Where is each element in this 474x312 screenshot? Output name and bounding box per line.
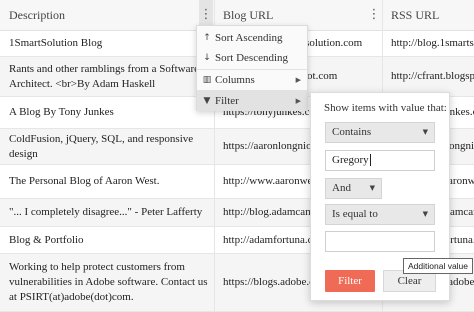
filter-value-1-input[interactable]: Gregory <box>325 150 435 171</box>
submenu-arrow-icon: ▶ <box>295 97 301 105</box>
column-header-rss-url[interactable]: RSS URL <box>382 0 474 31</box>
description-cell: Rants and other ramblings from a Softwar… <box>9 62 200 90</box>
tooltip: Additional value <box>403 258 474 274</box>
description-cell: Blog & Portfolio <box>9 233 84 246</box>
operator-1-dropdown[interactable]: Contains ▼ <box>325 122 435 143</box>
dropdown-value: And <box>332 182 351 194</box>
filter-icon: ▼ <box>203 96 211 106</box>
column-title: Description <box>9 8 65 22</box>
logic-dropdown[interactable]: And ▼ <box>325 178 382 199</box>
menu-item-filter[interactable]: ▼ Filter ▶ <box>197 91 307 111</box>
filter-value-2-input[interactable] <box>325 231 435 252</box>
caret-down-icon: ▼ <box>369 184 375 192</box>
description-cell: Working to help protect customers from v… <box>9 261 208 303</box>
menu-item-columns[interactable]: ▥ Columns ▶ <box>197 70 307 90</box>
menu-item-label: Sort Descending <box>215 52 289 64</box>
column-menu: ↑ Sort Ascending ↓ Sort Descending ▥ Col… <box>196 25 308 111</box>
menu-item-label: Sort Ascending <box>215 32 283 44</box>
text-cursor <box>369 154 371 167</box>
arrow-down-icon: ↓ <box>203 53 211 63</box>
menu-item-label: Columns <box>215 74 255 86</box>
blog-url-column-menu-icon[interactable]: ⋮ <box>367 0 381 31</box>
dropdown-value: Contains <box>332 126 372 138</box>
menu-item-sort-ascending[interactable]: ↑ Sort Ascending <box>197 28 307 48</box>
menu-item-sort-descending[interactable]: ↓ Sort Descending <box>197 48 307 68</box>
arrow-up-icon: ↑ <box>203 33 211 43</box>
description-cell: A Blog By Tony Junkes <box>9 106 114 118</box>
caret-down-icon: ▼ <box>422 128 428 136</box>
menu-item-label: Filter <box>215 95 239 107</box>
description-cell: The Personal Blog of Aaron West. <box>9 175 160 187</box>
submenu-arrow-icon: ▶ <box>295 76 301 84</box>
description-cell: "... I completely disagree..." - Peter L… <box>9 206 203 218</box>
input-value: Gregory <box>332 154 369 166</box>
description-cell: 1SmartSolution Blog <box>9 37 103 49</box>
column-header-description[interactable]: Description <box>0 0 196 31</box>
caret-down-icon: ▼ <box>422 210 428 218</box>
description-cell: ColdFusion, jQuery, SQL, and responsive … <box>9 132 194 160</box>
operator-2-dropdown[interactable]: Is equal to ▼ <box>325 204 435 225</box>
filter-button[interactable]: Filter <box>325 270 375 292</box>
rss-url-cell: http://cfrant.blogspot.com <box>391 70 474 82</box>
column-title: RSS URL <box>391 8 440 22</box>
dropdown-value: Is equal to <box>332 208 378 220</box>
columns-icon: ▥ <box>202 75 212 85</box>
filter-title: Show items with value that: <box>324 102 447 114</box>
column-title: Blog URL <box>223 8 274 22</box>
rss-url-cell: http://blog.1smartsolution.com <box>391 37 474 49</box>
